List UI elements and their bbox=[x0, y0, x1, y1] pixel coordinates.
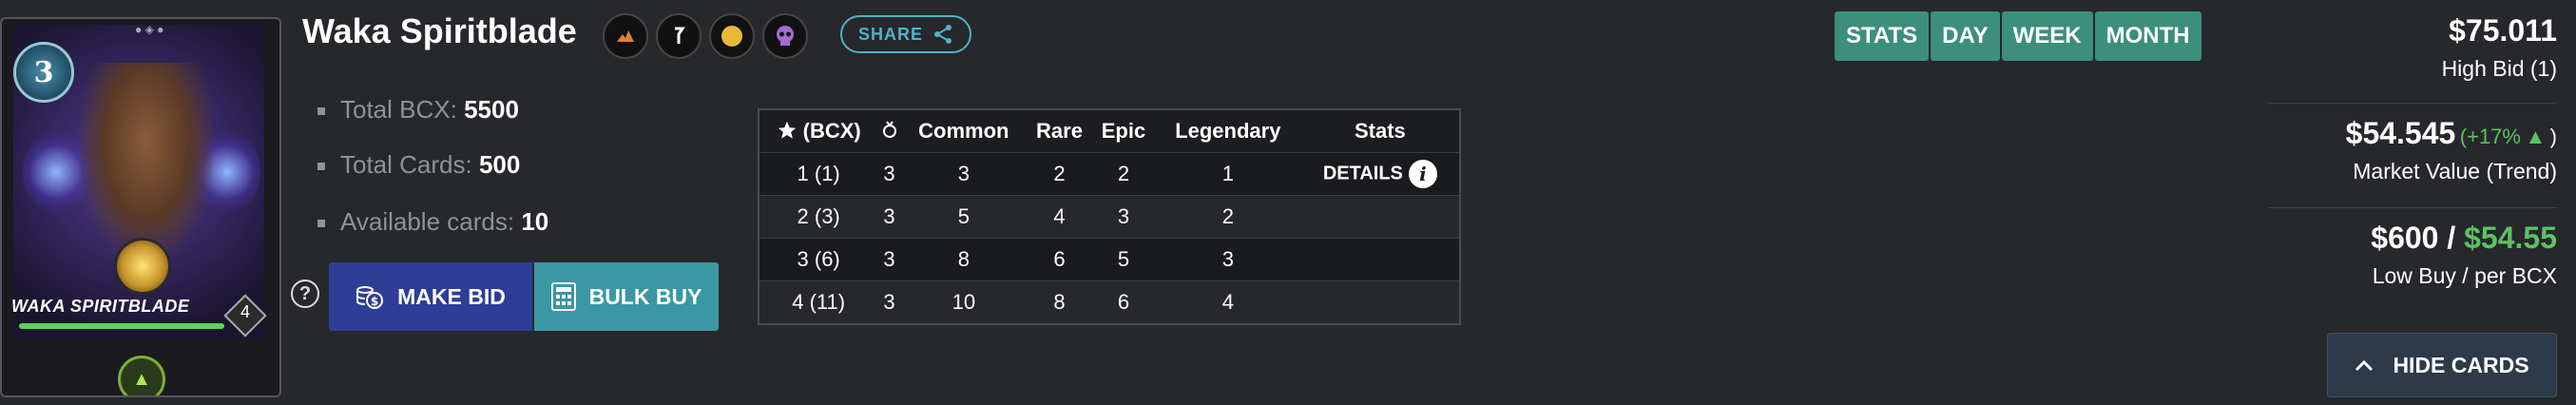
table-cell: 5 bbox=[900, 195, 1027, 239]
table-cell: 2 bbox=[1092, 152, 1155, 196]
table-cell: 6 bbox=[1092, 280, 1155, 325]
table-cell: 10 bbox=[900, 280, 1027, 325]
svg-text:$: $ bbox=[371, 295, 378, 308]
table-cell: 2 bbox=[1026, 152, 1093, 196]
share-icon bbox=[934, 25, 952, 44]
low-buy-label: Low Buy / per BCX bbox=[2372, 263, 2557, 288]
table-cell: 4 bbox=[1026, 195, 1093, 239]
high-bid-block: $75.011 High Bid (1) bbox=[2262, 13, 2557, 82]
table-cell: 3 bbox=[877, 280, 901, 325]
table-cell bbox=[1300, 280, 1460, 325]
star-icon bbox=[778, 121, 796, 139]
bulk-buy-label: BULK BUY bbox=[588, 283, 702, 309]
help-icon[interactable]: ? bbox=[291, 280, 319, 308]
share-label: SHARE bbox=[857, 24, 923, 44]
details-link[interactable]: DETAILS i bbox=[1300, 152, 1460, 196]
coins-dollar-icon: $ bbox=[356, 286, 384, 309]
table-cell: 3 bbox=[877, 238, 901, 281]
legendary-column-header: Legendary bbox=[1154, 109, 1301, 153]
available-cards-item: Available cards: 10 bbox=[317, 207, 548, 237]
hide-cards-label: HIDE CARDS bbox=[2393, 352, 2529, 377]
table-cell: 4 (11) bbox=[759, 280, 878, 325]
tab-month[interactable]: MONTH bbox=[2094, 11, 2201, 61]
ring-icon bbox=[882, 121, 896, 138]
table-cell bbox=[1300, 238, 1460, 281]
purple-skull-icon bbox=[762, 13, 808, 59]
low-buy-line: $600 / $54.55 bbox=[2371, 221, 2557, 255]
tab-stats[interactable]: STATS bbox=[1835, 11, 1930, 61]
table-cell: 3 bbox=[877, 195, 901, 239]
calculator-icon bbox=[550, 282, 576, 311]
table-cell: 6 bbox=[1026, 238, 1093, 281]
epic-column-header: Epic bbox=[1092, 109, 1155, 153]
info-icon: i bbox=[1408, 160, 1437, 188]
fire-element-icon bbox=[603, 13, 648, 59]
period-tabs: STATS DAY WEEK MONTH bbox=[1835, 11, 2201, 61]
high-bid-value: $75.011 bbox=[2449, 13, 2557, 48]
chevron-up-icon bbox=[2355, 359, 2374, 372]
card-name-label: WAKA SPIRITBLADE bbox=[11, 297, 190, 316]
high-bid-label[interactable]: High Bid (1) bbox=[2262, 56, 2557, 82]
rare-column-header: Rare bbox=[1026, 109, 1093, 153]
table-cell bbox=[1300, 195, 1460, 239]
earth-element-icon: ▲ bbox=[118, 356, 165, 395]
market-value-line: $54.545 (+17% ▲ ) bbox=[2345, 116, 2557, 150]
low-buy-value: $600 bbox=[2371, 221, 2439, 255]
tab-day[interactable]: DAY bbox=[1931, 11, 2000, 61]
table-cell: 8 bbox=[900, 238, 1027, 281]
hide-cards-button[interactable]: HIDE CARDS bbox=[2327, 333, 2557, 397]
table-cell: 3 bbox=[900, 152, 1027, 196]
table-row: 3 (6) 3 8 6 5 3 bbox=[759, 238, 1460, 281]
card-image[interactable]: ● ◈ ● 3 WAKA SPIRITBLADE 4 ▲ bbox=[0, 17, 281, 397]
market-value: $54.545 bbox=[2345, 116, 2456, 150]
table-cell: 3 bbox=[877, 152, 901, 196]
market-trend: (+17% bbox=[2459, 125, 2521, 148]
stats-column-header: Stats bbox=[1300, 109, 1460, 153]
panel-divider bbox=[2268, 103, 2557, 104]
share-button[interactable]: SHARE bbox=[840, 15, 971, 53]
make-bid-button[interactable]: $ MAKE BID bbox=[329, 262, 532, 331]
table-cell: 1 bbox=[1154, 152, 1301, 196]
bulk-buy-button[interactable]: BULK BUY bbox=[534, 262, 719, 331]
gold-rune-icon bbox=[114, 238, 171, 295]
low-buy-block: $600 / $54.55 Low Buy / per BCX bbox=[2262, 221, 2557, 289]
mana-cost-badge: 3 bbox=[13, 42, 74, 103]
bcx-column-header: (BCX) bbox=[759, 109, 878, 153]
market-value-block: $54.545 (+17% ▲ ) Market Value (Trend) bbox=[2262, 116, 2557, 184]
tab-week[interactable]: WEEK bbox=[2001, 11, 2093, 61]
table-cell: 3 bbox=[1092, 195, 1155, 239]
level-requirements-table: (BCX) Common Rare Epic Legendary Stats 1… bbox=[758, 108, 1461, 325]
table-cell: 4 bbox=[1154, 280, 1301, 325]
table-cell: 2 (3) bbox=[759, 195, 878, 239]
market-value-label: Market Value (Trend) bbox=[2353, 159, 2557, 183]
panel-divider bbox=[2268, 207, 2557, 208]
character-figure bbox=[80, 63, 213, 262]
trend-up-icon: ▲ bbox=[2525, 125, 2547, 148]
arrow-ability-icon bbox=[656, 13, 702, 59]
per-bcx-value: $54.55 bbox=[2464, 221, 2557, 255]
table-cell: 1 (1) bbox=[759, 152, 878, 196]
edition-column-header bbox=[877, 109, 901, 153]
table-cell: 3 bbox=[1154, 238, 1301, 281]
card-xp-bar bbox=[19, 323, 224, 329]
table-cell: 2 bbox=[1154, 195, 1301, 239]
make-bid-label: MAKE BID bbox=[397, 283, 506, 309]
common-column-header: Common bbox=[900, 109, 1027, 153]
table-row: 1 (1) 3 3 2 2 1 DETAILS i bbox=[759, 152, 1460, 196]
page-title: Waka Spiritblade bbox=[302, 11, 577, 50]
gold-foil-icon bbox=[709, 13, 755, 59]
table-row: 4 (11) 3 10 8 6 4 bbox=[759, 280, 1460, 325]
total-cards-item: Total Cards: 500 bbox=[317, 150, 520, 180]
table-row: 2 (3) 3 5 4 3 2 bbox=[759, 195, 1460, 239]
table-cell: 3 (6) bbox=[759, 238, 878, 281]
table-cell: 5 bbox=[1092, 238, 1155, 281]
card-top-gem-icon: ● ◈ ● bbox=[135, 23, 164, 36]
card-level-number: 4 bbox=[240, 302, 250, 321]
total-bcx-item: Total BCX: 5500 bbox=[317, 95, 519, 125]
table-cell: 8 bbox=[1026, 280, 1093, 325]
table-header-row: (BCX) Common Rare Epic Legendary Stats bbox=[759, 109, 1460, 153]
